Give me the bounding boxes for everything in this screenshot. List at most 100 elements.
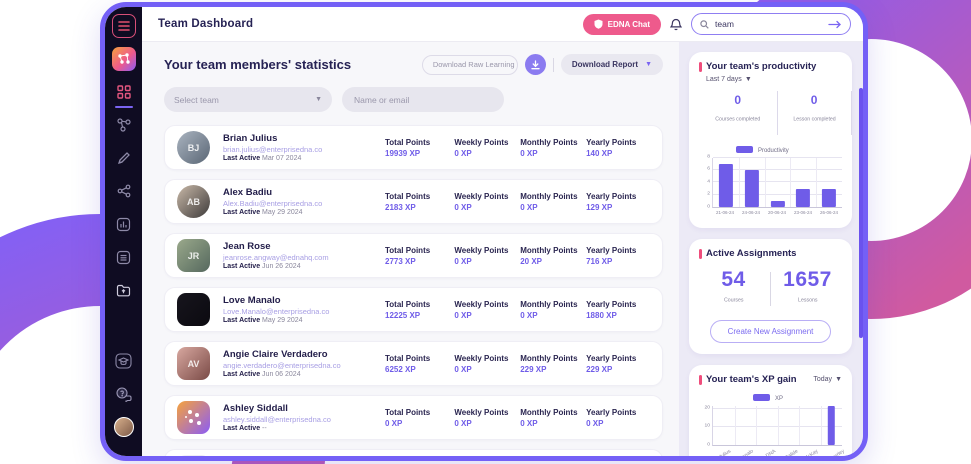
member-last-active: Last Active Mar 07 2024 [223, 155, 385, 162]
search-icon [700, 20, 709, 29]
plot-area-wrap: 21-06-2424-06-2420-06-2423-06-2426-06-24 [712, 158, 842, 219]
search-submit-arrow-icon[interactable] [828, 20, 842, 29]
stat-value: 0 XP [385, 419, 454, 428]
y-axis-labels: 02468 [699, 158, 712, 208]
edna-chat-button[interactable]: EDNA Chat [583, 14, 661, 35]
stat-weekly-points: Weekly Points 0 XP [454, 354, 520, 374]
section-title: Your team members' statistics [164, 57, 351, 72]
xp-gain-card-title: Your team's XP gain [699, 374, 797, 386]
stat-value: 229 XP [520, 365, 586, 374]
stat-yearly-points: Yearly Points 716 XP [586, 246, 652, 266]
last-active-value: Jun 06 2024 [262, 371, 301, 378]
stat-column-label: Weekly Points [454, 246, 520, 255]
last-active-label: Last Active [223, 209, 260, 216]
xp-bar-chart: 01020 Brian JuliusLove ManaloEnterprise … [699, 406, 842, 461]
member-avatar [177, 455, 210, 461]
chevron-down-icon: ▼ [645, 61, 652, 68]
y-tick-label: 8 [707, 153, 710, 159]
notifications-bell-icon[interactable] [670, 18, 682, 31]
member-list: BJ Brian Julius brian.julius@enterprised… [164, 125, 663, 461]
main-section: Your team members' statistics Download R… [142, 42, 679, 456]
stat-total-points: Total Points 2773 XP [385, 246, 454, 266]
search-input[interactable] [715, 19, 822, 29]
top-header: Team Dashboard EDNA Chat [142, 7, 863, 42]
member-row[interactable]: Ashley Siddall ashley.siddall@enterprise… [164, 395, 663, 440]
stat-monthly-points: Monthly Points 229 XP [520, 354, 586, 374]
nav-folder-icon[interactable] [112, 278, 136, 302]
download-report-button[interactable]: Download Report ▼ [561, 54, 663, 75]
member-row[interactable]: AV Angie Claire Verdadero angie.verdader… [164, 341, 663, 386]
nav-support-icon[interactable] [112, 382, 136, 406]
download-icon-button[interactable] [525, 54, 546, 75]
stat-value: 0 XP [520, 419, 586, 428]
gridline [739, 158, 740, 207]
last-active-label: Last Active [223, 425, 260, 432]
member-name: Brian Julius [223, 133, 385, 144]
nav-edit-icon[interactable] [112, 146, 136, 170]
user-avatar-photo [114, 417, 134, 437]
last-active-label: Last Active [223, 155, 260, 162]
stat-column-label: Total Points [385, 138, 454, 147]
last-active-label: Last Active [223, 317, 260, 324]
nav-share-icon[interactable] [112, 179, 136, 203]
productivity-period-dropdown[interactable]: Last 7 days ▼ [706, 76, 752, 83]
lessons-stat: 1657 Lessons [773, 268, 842, 310]
nav-dashboard-icon[interactable] [112, 80, 136, 104]
create-new-assignment-button[interactable]: Create New Assignment [710, 320, 832, 343]
stat-weekly-points: Weekly Points 0 XP [454, 192, 520, 212]
stat-weekly-points: Weekly Points 0 XP [454, 138, 520, 158]
edna-logo-icon[interactable] [112, 47, 136, 71]
gridline [713, 157, 842, 158]
productivity-card-title: Your team's productivity [699, 61, 816, 73]
courses-label: Courses [724, 297, 743, 303]
nav-reports-icon[interactable] [112, 212, 136, 236]
gridline [790, 158, 791, 207]
name-email-input[interactable] [342, 87, 504, 112]
member-avatar-cell [177, 293, 223, 326]
member-row[interactable]: Enterprise DNA info@enterprisedna.co Las… [164, 449, 663, 461]
member-row[interactable]: Love Manalo Love.Manalo@enterprisedna.co… [164, 287, 663, 332]
last-active-label: Last Active [223, 263, 260, 270]
member-row[interactable]: AB Alex Badiu Alex.Badiu@enterprisedna.c… [164, 179, 663, 224]
stat-weekly-points: Weekly Points 0 XP [454, 246, 520, 266]
chevron-down-icon: ▼ [745, 76, 752, 83]
member-identity: Alex Badiu Alex.Badiu@enterprisedna.co L… [223, 187, 385, 216]
stat-value: 12225 XP [385, 311, 454, 320]
y-axis-labels: 01020 [699, 406, 712, 446]
stat-monthly-points: Monthly Points 0 XP [520, 300, 586, 320]
member-name: Love Manalo [223, 295, 385, 306]
user-avatar[interactable] [112, 415, 136, 439]
select-team-dropdown[interactable]: Select team ▼ [164, 87, 332, 112]
xp-legend: XP [699, 393, 842, 403]
bar [770, 201, 784, 207]
nav-network-icon[interactable] [112, 113, 136, 137]
stat-value: 0 XP [520, 149, 586, 158]
member-row[interactable]: JR Jean Rose jeanrose.angway@ednahq.com … [164, 233, 663, 278]
xp-period-dropdown[interactable]: Today ▼ [813, 376, 842, 383]
member-avatar: JR [177, 239, 210, 272]
avatar-initials: AB [187, 197, 200, 207]
stat-value: 0 XP [454, 257, 520, 266]
member-name: Ashley Siddall [223, 403, 385, 414]
stat-column-label: Total Points [385, 300, 454, 309]
divider [553, 58, 554, 72]
download-raw-learning-button[interactable]: Download Raw Learning D [422, 55, 518, 75]
filter-row: Select team ▼ [164, 87, 663, 112]
avatar-initials: AV [188, 359, 200, 369]
stat-value: 0 XP [454, 149, 520, 158]
right-panel-scrollbar[interactable] [859, 88, 863, 338]
member-identity: Jean Rose jeanrose.angway@ednahq.com Las… [223, 241, 385, 270]
stat-total-points: Total Points 12225 XP [385, 300, 454, 320]
header-actions: EDNA Chat [583, 13, 851, 35]
member-email: brian.julius@enterprisedna.co [223, 145, 385, 154]
nav-learning-icon[interactable] [112, 349, 136, 373]
member-name: Jean Rose [223, 241, 385, 252]
nav-list-icon[interactable] [112, 245, 136, 269]
member-identity: Ashley Siddall ashley.siddall@enterprise… [223, 403, 385, 432]
stat-column-label: Monthly Points [520, 138, 586, 147]
stat-yearly-points: Yearly Points 229 XP [586, 354, 652, 374]
member-identity: Love Manalo Love.Manalo@enterprisedna.co… [223, 295, 385, 324]
member-row[interactable]: BJ Brian Julius brian.julius@enterprised… [164, 125, 663, 170]
gridline [735, 406, 736, 445]
menu-icon[interactable] [112, 14, 136, 38]
